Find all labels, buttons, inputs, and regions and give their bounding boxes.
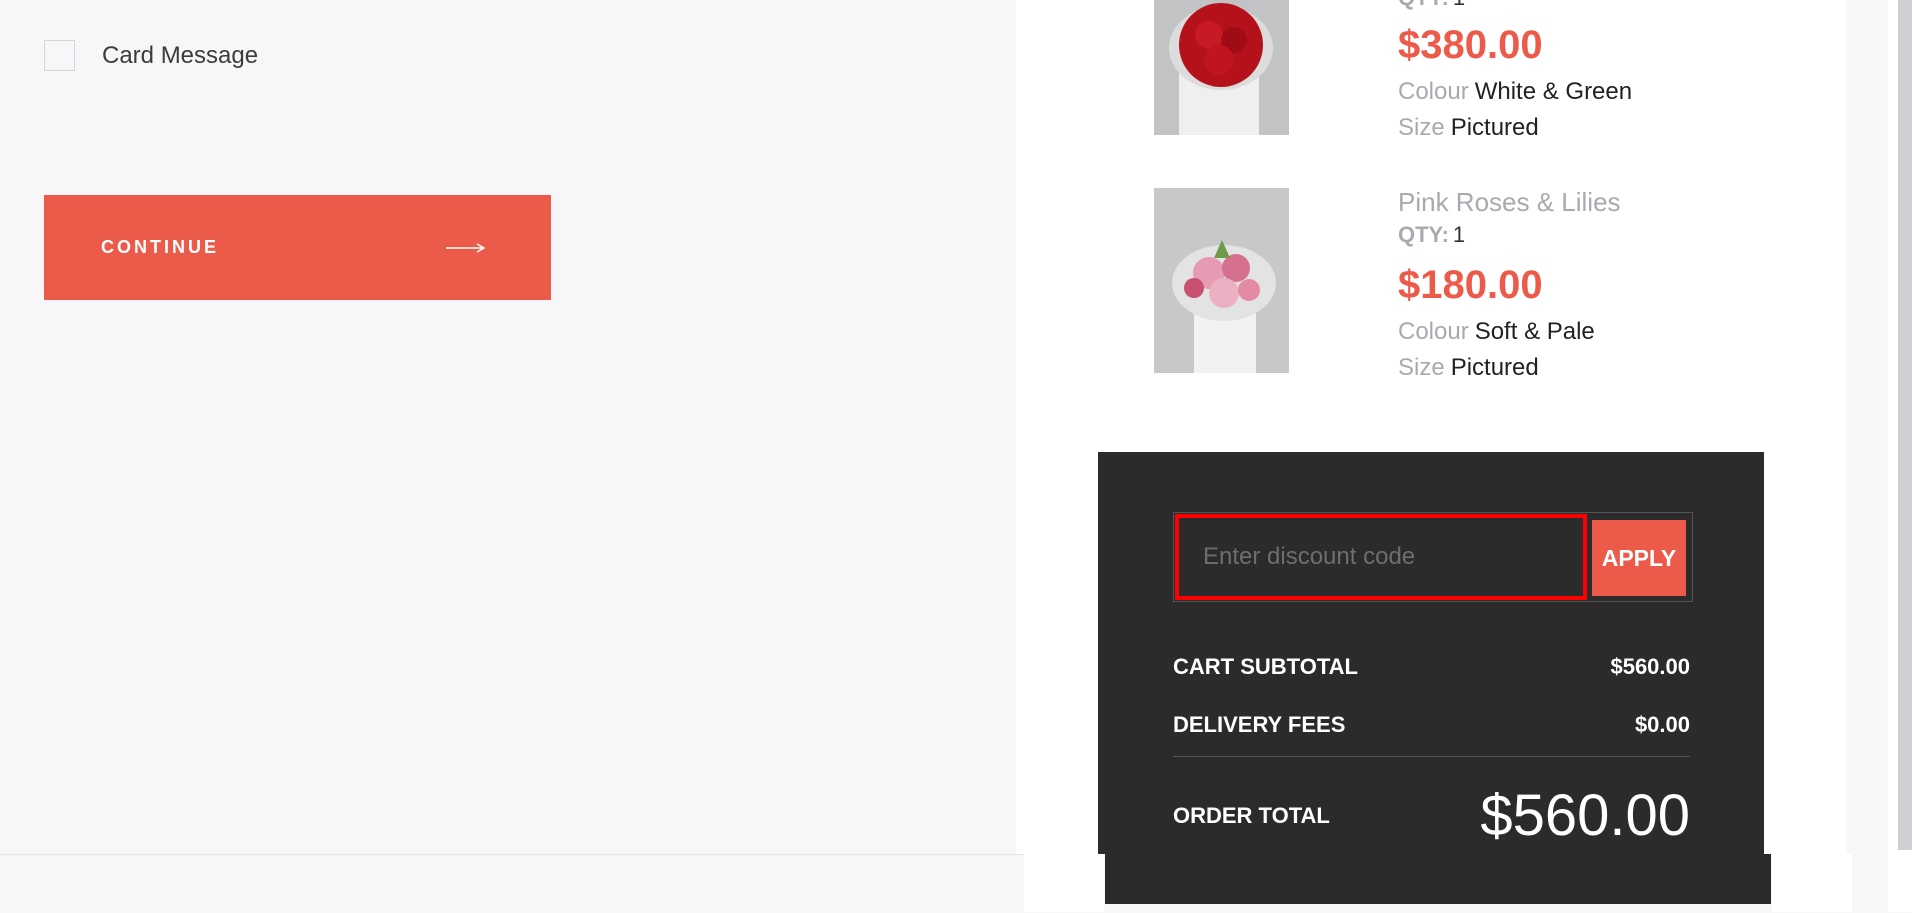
footer-strip [0, 854, 1024, 913]
summary-divider [1173, 756, 1690, 757]
size-label: Size [1398, 354, 1445, 381]
page-scrollbar-thumb[interactable] [1898, 0, 1912, 850]
qty-label: QTY: [1398, 222, 1449, 247]
product-image-pink-roses-lilies [1154, 188, 1289, 373]
cart-item-info: Pink Roses & Lilies QTY: 1 $180.00 Colour… [1398, 184, 1621, 386]
product-image-red-roses [1154, 0, 1289, 135]
order-total-row: ORDER TOTAL $560.00 [1173, 782, 1690, 849]
subtotal-row: CART SUBTOTAL $560.00 [1173, 654, 1690, 680]
arrow-right-icon [446, 242, 486, 254]
footer-strip [1024, 854, 1104, 912]
delivery-fees-label: DELIVERY FEES [1173, 712, 1346, 737]
item-name[interactable]: Pink Roses & Lilies [1398, 184, 1621, 220]
card-message-checkbox[interactable] [44, 40, 75, 71]
continue-button[interactable]: CONTINUE [44, 195, 551, 300]
subtotal-value: $560.00 [1610, 654, 1690, 679]
qty-label: QTY: [1398, 0, 1449, 10]
cart-item [1154, 0, 1289, 135]
order-total-label: ORDER TOTAL [1173, 802, 1330, 828]
delivery-fees-row: DELIVERY FEES $0.00 [1173, 712, 1690, 738]
continue-label: CONTINUE [101, 237, 219, 257]
discount-form: APPLY [1173, 512, 1693, 602]
colour-value: Soft & Pale [1474, 318, 1595, 345]
order-summary-box: APPLY CART SUBTOTAL $560.00 DELIVERY FEE… [1098, 452, 1764, 854]
card-message-label[interactable]: Card Message [102, 42, 258, 70]
colour-label: Colour [1398, 78, 1469, 105]
qty-value: 1 [1452, 222, 1466, 247]
size-label: Size [1398, 114, 1445, 141]
card-message-option[interactable]: Card Message [44, 40, 258, 71]
colour-label: Colour [1398, 318, 1469, 345]
checkout-form-panel: Card Message CONTINUE [0, 0, 1016, 855]
discount-code-input[interactable] [1175, 514, 1587, 600]
size-value: Pictured [1450, 354, 1539, 381]
delivery-fees-value: $0.00 [1634, 712, 1690, 737]
qty-value: 1 [1453, 0, 1465, 10]
subtotal-label: CART SUBTOTAL [1173, 654, 1358, 679]
footer-strip [1772, 854, 1852, 912]
item-price: $180.00 [1398, 263, 1543, 307]
cart-item [1154, 188, 1289, 373]
colour-value: White & Green [1474, 78, 1633, 105]
size-value: Pictured [1450, 114, 1539, 141]
order-total-value: $560.00 [1480, 783, 1690, 848]
item-price: $380.00 [1398, 23, 1543, 67]
summary-box-shadow [1105, 854, 1771, 904]
cart-item-info: QTY: 1 $380.00 ColourWhite & Green SizePi… [1398, 0, 1632, 146]
apply-button[interactable]: APPLY [1592, 520, 1686, 596]
